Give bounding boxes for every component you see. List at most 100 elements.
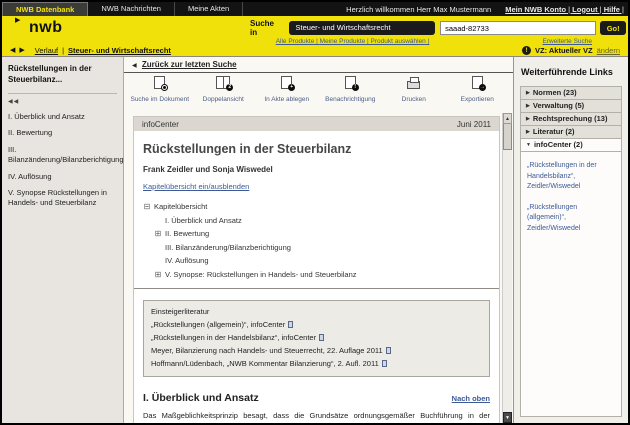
toc-entry[interactable]: ⊞ V. Synopse: Rückstellungen in Handels-… <box>154 270 490 279</box>
product-scope-link[interactable]: Meine Produkte <box>320 38 371 45</box>
document-toolbar: Suche im Dokument 2 Doppelansicht + In A… <box>124 73 513 107</box>
accordion-toggle-icon: ▶ <box>526 113 530 125</box>
vz-change-link[interactable]: ändern <box>597 46 620 55</box>
document-link-icon[interactable] <box>386 347 391 354</box>
related-links-sidebar: Weiterführende Links ▶ Normen (23) ▶ Ver… <box>514 57 628 423</box>
vz-alert-icon: ! <box>522 46 531 55</box>
document-card: infoCenter Juni 2011 Rückstellungen in d… <box>133 116 500 423</box>
product-scope-link[interactable]: Produkt auswählen <box>371 38 430 45</box>
toc-toggle-link[interactable]: Kapitelübersicht ein/ausblenden <box>143 182 249 191</box>
icon-badge: 2 <box>226 84 233 91</box>
document-view: ◀ Zurück zur letzten Suche Suche im Doku… <box>124 57 514 423</box>
vz-status: VZ: Aktueller VZ <box>535 46 593 55</box>
back-to-search-link[interactable]: Zurück zur letzten Suche <box>142 60 237 69</box>
accordion-toggle-icon: ▶ <box>526 100 530 112</box>
literature-entry[interactable]: Meyer, Bilanzierung nach Handels- und St… <box>151 344 482 357</box>
sidebar-chapter-link[interactable]: III. Bilanzänderung/Bilanzberichtigung <box>8 145 117 165</box>
search-in-label: Suche in <box>250 19 283 37</box>
document-link-icon[interactable] <box>319 334 324 341</box>
toolbar-button[interactable]: → Exportieren <box>446 76 510 103</box>
account-link[interactable]: Logout <box>572 5 604 14</box>
accordion-toggle-icon: ▼ <box>526 139 531 151</box>
accordion-toggle-icon: ▶ <box>526 126 530 138</box>
document-title: Rückstellungen in der Steuerbilanz <box>143 142 490 156</box>
accordion-section[interactable]: ▶ Normen (23) <box>520 86 622 100</box>
sidebar-document-title: Rückstellungen in der Steuerbilanz... <box>8 64 117 86</box>
search-header: ▶ nwb Suche in Steuer- und Wirtschaftsre… <box>2 16 628 44</box>
section-heading: I. Überblick und Ansatz <box>143 392 259 404</box>
toc-entry[interactable]: IV. Auflösung <box>154 256 490 265</box>
document-outline-sidebar: Rückstellungen in der Steuerbilanz... ◀◀… <box>2 57 124 423</box>
accordion-toggle-icon: ▶ <box>526 87 530 99</box>
export-icon: → <box>472 76 483 89</box>
sidebar-chapter-link[interactable]: II. Bewertung <box>8 128 117 138</box>
top-navigation-bar: NWB DatenbankNWB NachrichtenMeine Akten … <box>2 2 628 16</box>
starter-literature-box: Einsteigerliteratur „Rückstellungen (all… <box>143 300 490 378</box>
dual-view-icon: 2 <box>216 76 230 89</box>
icon-badge <box>161 84 168 91</box>
icon-badge: → <box>479 84 486 91</box>
notification-icon: ! <box>345 76 356 89</box>
toc-entry[interactable]: ⊞ II. Bewertung <box>154 229 490 238</box>
accordion-section[interactable]: ▶ Literatur (2) <box>520 125 622 139</box>
expand-box-icon[interactable]: ⊞ <box>154 270 162 279</box>
toc-root-label: Kapitelübersicht <box>154 202 207 211</box>
document-link-icon[interactable] <box>382 360 387 367</box>
accordion-section[interactable]: ▶ Verwaltung (5) <box>520 99 622 113</box>
literature-heading: Einsteigerliteratur <box>151 305 482 318</box>
related-document-link[interactable]: „Rückstellungen in der Handelsbilanz“, Z… <box>527 161 615 193</box>
scroll-up-icon[interactable]: ▲ <box>503 113 512 124</box>
toc-entry[interactable]: I. Überblick und Ansatz <box>154 216 490 225</box>
toc-entry[interactable]: III. Bilanzänderung/Bilanzberichtigung <box>154 243 490 252</box>
body-paragraph: Das Maßgeblichkeitsprinzip besagt, dass … <box>143 410 490 423</box>
document-authors: Frank Zeidler und Sonja Wiswedel <box>143 165 490 174</box>
verlauf-link[interactable]: Verlauf <box>35 46 58 55</box>
related-links-title: Weiterführende Links <box>521 67 622 77</box>
accordion-section[interactable]: ▼ infoCenter (2) <box>520 138 622 152</box>
product-scope-link[interactable]: Alle Produkte <box>276 38 320 45</box>
advanced-search-link[interactable]: Erweiterte Suche <box>543 38 627 45</box>
account-link[interactable]: Mein NWB Konto <box>505 5 572 14</box>
account-link[interactable]: Hilfe <box>604 5 624 14</box>
toolbar-button[interactable]: Suche im Dokument <box>128 76 192 103</box>
scroll-down-icon[interactable]: ▼ <box>503 412 512 423</box>
history-back-icon[interactable]: ◀ <box>10 47 16 54</box>
toolbar-button[interactable]: ! Benachrichtigung <box>319 76 383 103</box>
collapse-box-icon[interactable]: ⊟ <box>143 202 151 211</box>
sidebar-collapse-icon[interactable]: ◀◀ <box>8 98 117 105</box>
breadcrumb-path[interactable]: Steuer- und Wirtschaftsrecht <box>68 46 171 55</box>
go-button[interactable]: Go! <box>600 21 626 35</box>
chapter-overview: ⊟ Kapitelübersicht I. Überblick und Ansa… <box>143 202 490 279</box>
scrollbar-thumb[interactable] <box>503 124 512 150</box>
add-to-file-icon: + <box>281 76 292 89</box>
history-forward-icon[interactable]: ▶ <box>19 47 25 54</box>
top-tab[interactable]: Meine Akten <box>175 2 243 16</box>
literature-entry[interactable]: „Rückstellungen (allgemein)“, infoCenter <box>151 318 482 331</box>
literature-entry[interactable]: „Rückstellungen in der Handelsbilanz“, i… <box>151 331 482 344</box>
breadcrumb: ◀ ▶ Verlauf | Steuer- und Wirtschaftsrec… <box>2 44 628 57</box>
back-arrow-icon: ◀ <box>132 63 137 69</box>
top-tab[interactable]: NWB Nachrichten <box>88 2 175 16</box>
sidebar-chapter-link[interactable]: V. Synopse Rückstellungen in Handels- un… <box>8 188 117 208</box>
sidebar-chapter-link[interactable]: I. Überblick und Ansatz <box>8 112 117 122</box>
accordion-section[interactable]: ▶ Rechtsprechung (13) <box>520 112 622 126</box>
toolbar-button[interactable]: Drucken <box>382 76 446 103</box>
welcome-text: Herzlich willkommen Herr Max Mustermann <box>346 5 491 14</box>
document-link-icon[interactable] <box>288 321 293 328</box>
vertical-scrollbar[interactable]: ▲ ▼ <box>502 113 512 423</box>
toolbar-button[interactable]: 2 Doppelansicht <box>192 76 256 103</box>
search-input[interactable] <box>440 21 596 35</box>
related-document-link[interactable]: „Rückstellungen (allgemein)“, Zeidler/Wi… <box>527 203 615 235</box>
toolbar-button[interactable]: + In Akte ablegen <box>255 76 319 103</box>
back-to-top-link[interactable]: Nach oben <box>452 394 490 403</box>
top-tab[interactable]: NWB Datenbank <box>2 2 88 16</box>
icon-badge: + <box>288 84 295 91</box>
icon-badge: ! <box>352 84 359 91</box>
document-category: infoCenter <box>142 120 179 129</box>
nwb-database-window: NWB DatenbankNWB NachrichtenMeine Akten … <box>0 0 630 425</box>
search-scope-dropdown[interactable]: Steuer- und Wirtschaftsrecht <box>289 21 436 35</box>
sidebar-chapter-link[interactable]: IV. Auflösung <box>8 172 117 182</box>
expand-box-icon[interactable]: ⊞ <box>154 229 162 238</box>
nwb-logo: nwb <box>29 19 63 37</box>
literature-entry[interactable]: Hoffmann/Lüdenbach, „NWB Kommentar Bilan… <box>151 357 482 370</box>
